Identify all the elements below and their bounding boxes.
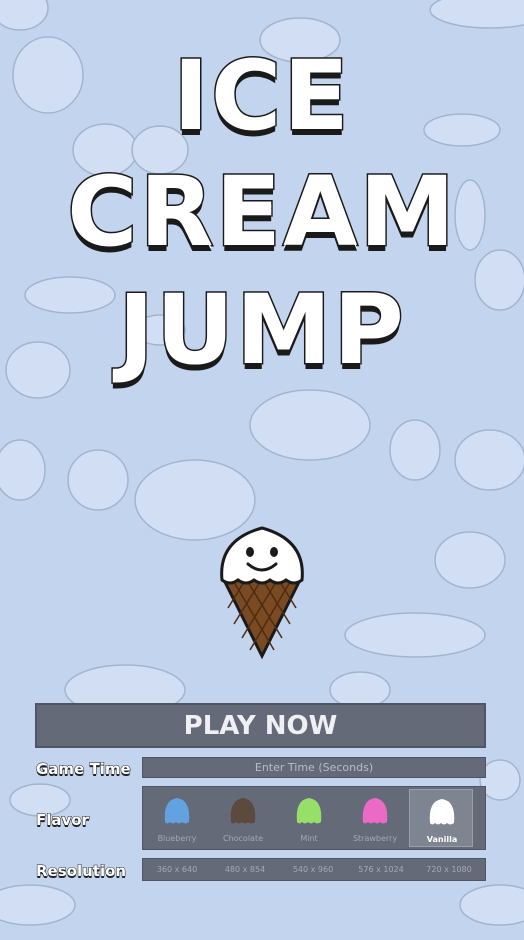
title-line-ice: ICE [172, 40, 351, 152]
strawberry-scoop-icon [362, 798, 388, 824]
flavor-option-label: Vanilla [426, 835, 458, 844]
resolution-option[interactable]: 360 x 640 [143, 859, 211, 880]
resolution-selector: 360 x 640 480 x 854 540 x 960 576 x 1024… [142, 858, 486, 881]
flavor-option-strawberry[interactable]: Strawberry [343, 789, 407, 847]
cone-icon [221, 578, 303, 660]
scoop-face-icon [220, 526, 304, 585]
mint-scoop-icon [296, 798, 322, 824]
flavor-option-label: Strawberry [352, 834, 398, 843]
resolution-option[interactable]: 720 x 1080 [415, 859, 483, 880]
resolution-label: Resolution [35, 862, 127, 881]
flavor-option-blueberry[interactable]: Blueberry [145, 789, 209, 847]
flavor-label: Flavor [36, 811, 90, 830]
title-line-jump: JUMP [117, 274, 406, 386]
game-time-label: Game Time [36, 760, 132, 779]
resolution-option[interactable]: 540 x 960 [279, 859, 347, 880]
flavor-option-vanilla[interactable]: Vanilla [409, 789, 473, 847]
flavor-selector: Blueberry Chocolate Mint Strawberry Vani… [142, 786, 486, 850]
blueberry-scoop-icon [164, 798, 190, 824]
flavor-option-label: Chocolate [222, 834, 264, 843]
vanilla-scoop-icon [429, 799, 455, 825]
title-line-cream: CREAM [66, 156, 457, 268]
resolution-option[interactable]: 480 x 854 [211, 859, 279, 880]
game-time-input[interactable] [142, 757, 486, 778]
play-now-button[interactable]: PLAY NOW [35, 703, 486, 748]
flavor-option-label: Mint [300, 834, 318, 843]
ice-cream-mascot [220, 526, 304, 660]
chocolate-scoop-icon [230, 798, 256, 824]
resolution-option[interactable]: 576 x 1024 [347, 859, 415, 880]
flavor-option-label: Blueberry [157, 834, 197, 843]
flavor-option-chocolate[interactable]: Chocolate [211, 789, 275, 847]
flavor-option-mint[interactable]: Mint [277, 789, 341, 847]
